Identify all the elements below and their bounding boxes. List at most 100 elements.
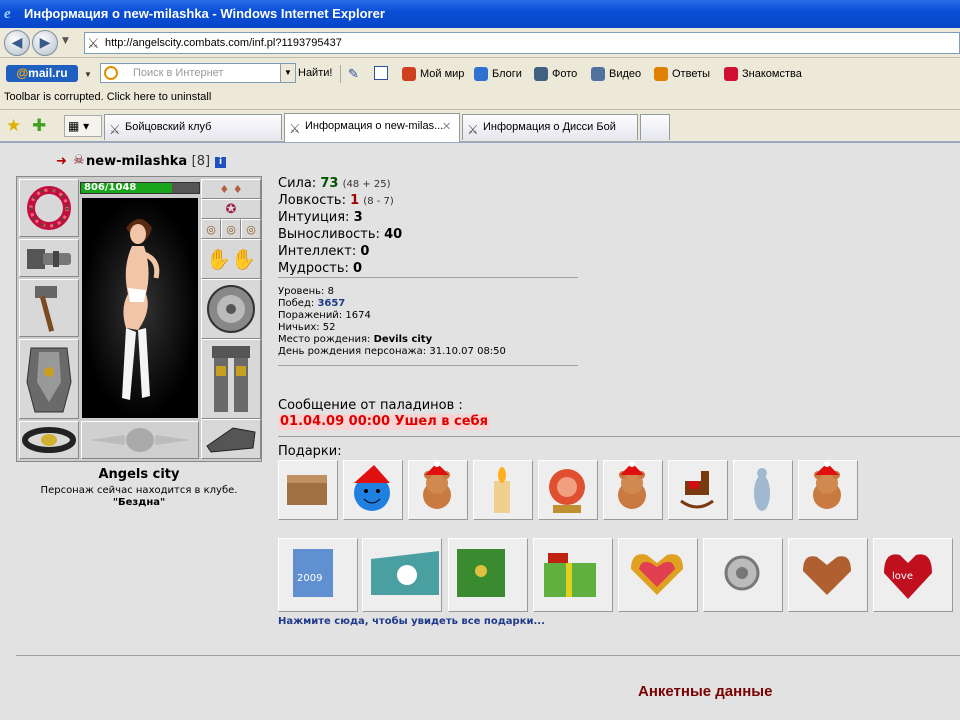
stat-detail: (48 + 25) (342, 179, 391, 190)
window-title-bar: Информация о new-milashka - Windows Inte… (0, 0, 960, 28)
detail-losses: Поражений: 1674 (278, 310, 371, 321)
rocking-horse-icon (680, 471, 714, 509)
stat-label: Ловкость: (278, 193, 346, 208)
weapon-slot[interactable] (19, 279, 79, 337)
earrings-slot[interactable]: ♦ ♦ (201, 179, 261, 199)
belt-slot[interactable] (19, 421, 79, 459)
gift-item[interactable] (668, 460, 728, 520)
favorites-star-icon[interactable]: ★ (6, 116, 21, 136)
gloves-slot[interactable]: ✋✋ (201, 239, 261, 279)
mailru-menu-chevron-icon[interactable]: ▼ (84, 70, 92, 79)
teddy-bear-icon (618, 461, 646, 509)
gift-item[interactable]: love (873, 538, 953, 612)
clan-emblem-slot (81, 421, 199, 459)
info-icon[interactable]: i (215, 157, 226, 168)
stats-divider (278, 277, 578, 278)
ring-icon: ◎ (246, 222, 256, 236)
gift-item[interactable] (603, 460, 663, 520)
love-you-heart-icon: love (884, 554, 932, 599)
toolbar-link-3[interactable]: Видео (591, 66, 641, 82)
character-city: Angels city (98, 467, 180, 482)
character-avatar[interactable] (82, 198, 198, 418)
toolbar-link-4[interactable]: Ответы (654, 66, 710, 82)
toolbar-divider (340, 65, 341, 83)
ring-slot-2[interactable]: ◎ (221, 219, 241, 239)
stat-value: 40 (384, 227, 403, 242)
gift-item[interactable] (362, 538, 442, 612)
toolbar-link-1[interactable]: Блоги (474, 66, 522, 82)
search-dropdown-icon[interactable]: ▼ (280, 64, 295, 82)
tab-favicon-icon: ⚔ (109, 122, 121, 137)
toolbar-link-2[interactable]: Фото (534, 66, 577, 82)
gift-item[interactable]: 2009 (278, 538, 358, 612)
zoom-icon[interactable] (374, 66, 388, 80)
tab-fight-club[interactable]: ⚔ Бойцовский клуб (104, 114, 282, 140)
gift-item[interactable] (343, 460, 403, 520)
ie-logo-icon: e (4, 6, 11, 22)
history-dropdown-icon[interactable]: ▼ (62, 36, 69, 46)
details-divider (278, 365, 578, 366)
character-level: [8] (191, 154, 211, 169)
navigation-bar: ◀ ▶ ▼ ⚔ http://angelscity.combats.com/in… (0, 28, 960, 58)
tab-info-new-milashka[interactable]: ⚔ Информация о new-milas... (284, 113, 460, 142)
toolbar-link-label: Видео (609, 68, 642, 80)
leggings-slot[interactable] (201, 339, 261, 419)
stat-label: Выносливость: (278, 227, 380, 242)
card-2009-green-icon (371, 551, 439, 595)
gift-item[interactable] (533, 538, 613, 612)
details-panel: Уровень: 8 Побед: 3657 Поражений: 1674 Н… (278, 286, 506, 358)
search-input[interactable]: Поиск в Интернет (100, 63, 296, 83)
toolbar-link-5[interactable]: Знакомства (724, 66, 802, 82)
corrupt-notice-text: Toolbar is corrupted. Click here to unin… (4, 91, 212, 103)
gift-item[interactable] (408, 460, 468, 520)
edit-icon[interactable]: ✎ (348, 66, 359, 82)
gift-item[interactable] (788, 538, 868, 612)
stat-row: Интеллект: 0 (278, 244, 402, 261)
gift-item[interactable] (538, 460, 598, 520)
box-gift-icon (287, 475, 327, 505)
gift-item[interactable] (798, 460, 858, 520)
mailru-logo-text: mail.ru (28, 66, 68, 80)
detail-wins: Побед: 3657 (278, 298, 346, 309)
toolbar-link-0[interactable]: Мой мир (402, 66, 464, 82)
gift-item[interactable] (278, 460, 338, 520)
add-favorites-icon[interactable]: ✚ (32, 116, 46, 136)
back-button[interactable]: ◀ (4, 30, 30, 56)
bracers-slot[interactable] (19, 239, 79, 277)
find-button[interactable]: Найти! (298, 64, 332, 82)
forward-button[interactable]: ▶ (32, 30, 58, 56)
gift-item[interactable] (448, 538, 528, 612)
tab-info-dissi-boy[interactable]: ⚔ Информация о Дисси Бой (462, 114, 638, 140)
gift-item[interactable] (473, 460, 533, 520)
amulet-slot[interactable]: ✪ (201, 199, 261, 219)
stat-label: Интеллект: (278, 244, 357, 259)
candle-icon (494, 467, 510, 513)
mailru-logo[interactable]: @mail.ru (6, 65, 78, 82)
tab-close-icon[interactable]: ✕ (442, 120, 451, 133)
stat-value: 0 (353, 261, 363, 276)
character-location: Персонаж сейчас находится в клубе. "Безд… (16, 485, 262, 509)
stat-row: Мудрость: 0 (278, 261, 402, 278)
stat-label: Мудрость: (278, 261, 349, 276)
gift-item[interactable] (618, 538, 698, 612)
gift-item[interactable] (703, 538, 783, 612)
toolbar-corrupt-notice[interactable]: Toolbar is corrupted. Click here to unin… (0, 88, 960, 110)
teddy-bear-icon (423, 461, 451, 509)
see-all-gifts-link[interactable]: Нажмите сюда, чтобы увидеть все подарки.… (278, 616, 545, 628)
address-bar[interactable]: ⚔ http://angelscity.combats.com/inf.pl?1… (84, 32, 960, 54)
gift-item[interactable] (733, 460, 793, 520)
boots-icon (206, 427, 256, 453)
ring-slot-1[interactable]: ◎ (201, 219, 221, 239)
armor-slot[interactable] (19, 339, 79, 419)
boots-slot[interactable] (201, 419, 261, 459)
helmet-slot[interactable] (19, 179, 79, 237)
heart-box-icon (803, 556, 851, 595)
amulet-icon: ✪ (225, 201, 237, 217)
quick-tabs-button[interactable]: ▦ ▾ (64, 115, 102, 137)
detail-draws: Ничьих: 52 (278, 322, 336, 333)
ring-slot-3[interactable]: ◎ (241, 219, 261, 239)
detail-birthplace: Место рождения: Devils city (278, 334, 433, 345)
shield-slot[interactable] (201, 279, 261, 339)
ring-icon: ◎ (206, 222, 216, 236)
new-tab-button[interactable] (640, 114, 670, 140)
